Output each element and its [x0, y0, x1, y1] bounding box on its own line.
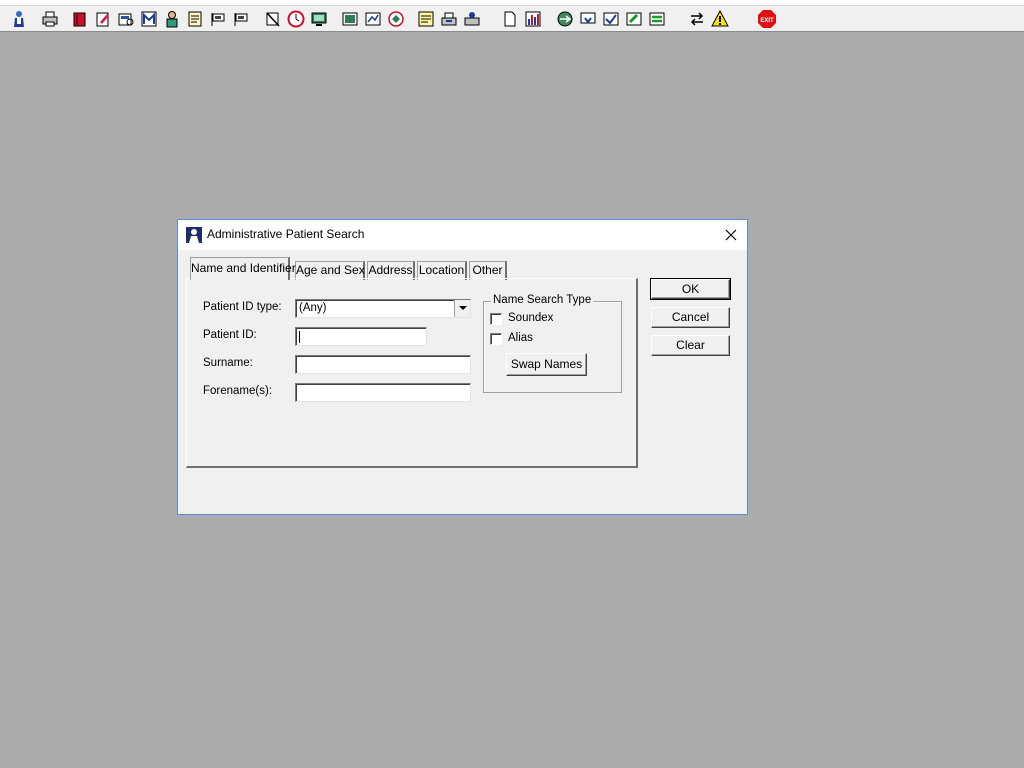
main-toolbar: EXIT: [0, 0, 1024, 32]
soundex-checkbox[interactable]: [490, 313, 502, 325]
page-icon[interactable]: [499, 8, 521, 30]
tab-name-and-identifier[interactable]: Name and Identifier: [190, 257, 296, 280]
app-icon: [186, 227, 202, 243]
green-arrow-doc-icon[interactable]: [623, 8, 645, 30]
globe-arrow-icon[interactable]: [554, 8, 576, 30]
form-icon[interactable]: [184, 8, 206, 30]
patient-id-type-label: Patient ID type:: [203, 301, 282, 313]
surname-input[interactable]: [295, 355, 471, 374]
dialog-title: Administrative Patient Search: [207, 227, 365, 241]
find-doc-icon[interactable]: [115, 8, 137, 30]
svg-text:EXIT: EXIT: [760, 18, 774, 24]
note-icon[interactable]: [415, 8, 437, 30]
printer-queue-icon[interactable]: [438, 8, 460, 30]
dialog-titlebar[interactable]: Administrative Patient Search: [178, 220, 747, 250]
printer-user-icon[interactable]: [461, 8, 483, 30]
doctor-icon[interactable]: [161, 8, 183, 30]
green-arrows-doc-icon[interactable]: [646, 8, 668, 30]
edit-doc-icon[interactable]: [92, 8, 114, 30]
cross-doc-icon[interactable]: [262, 8, 284, 30]
menu-strip: [0, 0, 1024, 6]
mail-down-icon[interactable]: [577, 8, 599, 30]
book-icon[interactable]: [69, 8, 91, 30]
flag-icon[interactable]: [207, 8, 229, 30]
surname-text[interactable]: [296, 356, 470, 373]
chart-doc-icon[interactable]: [362, 8, 384, 30]
forename-text[interactable]: [296, 384, 470, 401]
letter-m-icon[interactable]: [138, 8, 160, 30]
clear-button[interactable]: Clear: [651, 335, 730, 356]
ok-button[interactable]: OK: [650, 278, 731, 300]
alias-label[interactable]: Alias: [508, 332, 533, 344]
bar-chart-icon[interactable]: [522, 8, 544, 30]
surname-label: Surname:: [203, 357, 253, 369]
monitor-icon[interactable]: [308, 8, 330, 30]
swap-icon[interactable]: [686, 8, 708, 30]
name-search-type-title: Name Search Type: [491, 294, 594, 306]
text-cursor: [299, 331, 300, 343]
printer-icon[interactable]: [39, 8, 61, 30]
check-doc-icon[interactable]: [600, 8, 622, 30]
forename-input[interactable]: [295, 383, 471, 402]
soundex-label[interactable]: Soundex: [508, 312, 553, 324]
globe-doc-icon[interactable]: [385, 8, 407, 30]
patient-id-input[interactable]: [295, 327, 427, 346]
swap-names-button[interactable]: Swap Names: [506, 353, 587, 376]
patient-icon[interactable]: [8, 8, 30, 30]
exit-icon[interactable]: EXIT: [756, 8, 778, 30]
close-icon[interactable]: [723, 227, 739, 243]
patient-id-label: Patient ID:: [203, 329, 257, 341]
patient-id-type-select[interactable]: (Any): [295, 299, 471, 318]
patient-id-text[interactable]: [296, 328, 426, 345]
patient-id-type-value: (Any): [299, 302, 327, 314]
chevron-down-icon[interactable]: [454, 300, 470, 317]
warning-icon[interactable]: [709, 8, 731, 30]
clock-icon[interactable]: [285, 8, 307, 30]
alias-checkbox[interactable]: [490, 333, 502, 345]
cancel-button[interactable]: Cancel: [651, 307, 730, 328]
picture-icon[interactable]: [339, 8, 361, 30]
patient-search-dialog: Administrative Patient Search Name and I…: [177, 219, 748, 515]
forename-label: Forename(s):: [203, 385, 273, 397]
flag-icon[interactable]: [230, 8, 252, 30]
